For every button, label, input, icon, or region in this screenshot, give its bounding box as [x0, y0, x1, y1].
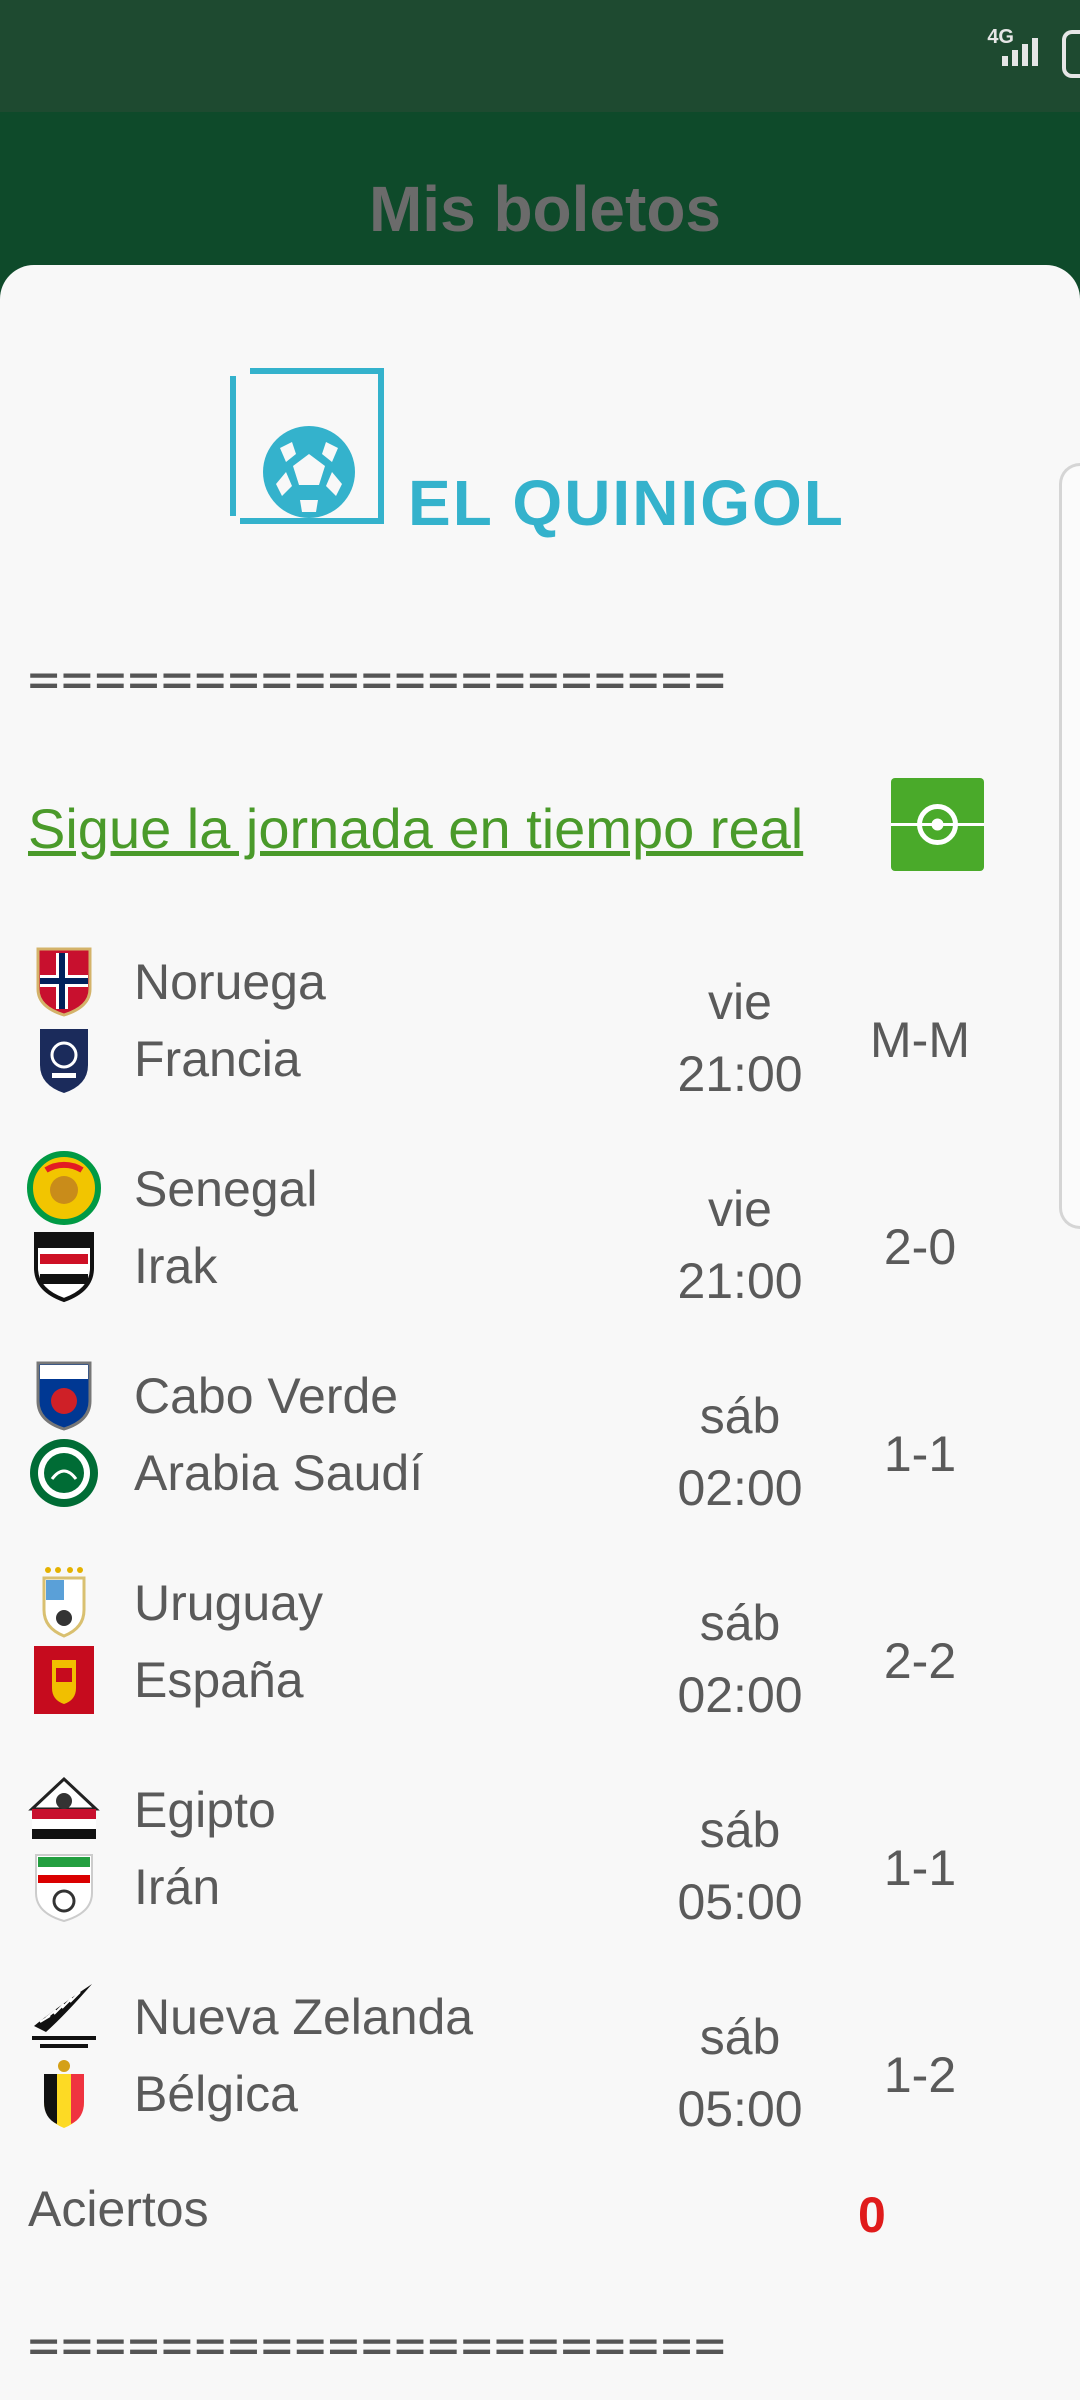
home-team: Egipto	[134, 1782, 276, 1838]
egypt-crest-icon	[28, 1776, 100, 1839]
match-prediction: 2-0	[883, 1219, 957, 1275]
match-row: Senegal Irak vie 21:00 2-0	[0, 1132, 1080, 1309]
home-team: Cabo Verde	[134, 1368, 399, 1424]
page-title: Mis boletos	[368, 173, 722, 245]
match-day: sáb	[699, 1388, 781, 1444]
belgium-crest-icon	[44, 2060, 84, 2128]
spain-crest-icon	[34, 1646, 94, 1714]
away-team: Arabia Saudí	[134, 1445, 424, 1501]
senegal-crest-icon	[27, 1151, 101, 1225]
away-team: España	[134, 1652, 304, 1708]
match-time: 05:00	[677, 2081, 803, 2137]
uruguay-crest-icon	[42, 1567, 86, 1638]
away-team: Francia	[134, 1031, 301, 1087]
match-day: sáb	[699, 1802, 781, 1858]
match-prediction: M-M	[870, 1012, 970, 1068]
home-team: Nueva Zelanda	[134, 1989, 474, 2045]
away-team: Irán	[134, 1859, 221, 1915]
match-time: 05:00	[677, 1874, 803, 1930]
match-day: vie	[708, 974, 772, 1030]
new-zealand-crest-icon	[32, 1984, 96, 2048]
match-row: Egipto Irán sáb 05:00 1-1	[0, 1753, 1080, 1930]
cabo-verde-crest-icon	[36, 1361, 92, 1431]
battery-icon	[1062, 30, 1080, 78]
match-time: 02:00	[677, 1667, 803, 1723]
match-row: Nueva Zelanda Bélgica sáb 05:00 1-2	[0, 1960, 1080, 2137]
iraq-crest-icon	[34, 1232, 94, 1303]
status-bar: 4G	[0, 0, 1080, 112]
signal-icon	[1002, 38, 1038, 66]
away-team: Bélgica	[134, 2066, 298, 2122]
brand-name: EL QUINIGOL	[408, 467, 845, 539]
away-team: Irak	[134, 1238, 218, 1294]
home-team: Uruguay	[134, 1575, 323, 1631]
match-row: Noruega Francia vie 21:00 M-M	[0, 925, 1080, 1102]
match-time: 21:00	[677, 1046, 803, 1102]
match-row: Uruguay España sáb 02:00 2-2	[0, 1546, 1080, 1723]
pitch-icon[interactable]	[891, 778, 984, 871]
separator-top: =====================	[28, 650, 728, 710]
match-day: sáb	[699, 2009, 781, 2065]
app-bar: Mis boletos	[0, 112, 1080, 282]
match-prediction: 1-2	[883, 2047, 957, 2103]
match-row: Cabo Verde Arabia Saudí sáb 02:00 1-1	[0, 1339, 1080, 1516]
aciertos-count: 0	[858, 2187, 886, 2243]
match-day: vie	[708, 1181, 772, 1237]
home-team: Noruega	[134, 954, 326, 1010]
match-day: sáb	[699, 1595, 781, 1651]
live-results-link[interactable]: Sigue la jornada en tiempo real	[28, 796, 803, 861]
match-prediction: 1-1	[883, 1426, 957, 1482]
match-prediction: 1-1	[883, 1840, 957, 1896]
side-panel-edge[interactable]	[1059, 463, 1080, 1229]
match-prediction: 2-2	[883, 1633, 957, 1689]
france-crest-icon	[40, 1029, 88, 1093]
match-time: 21:00	[677, 1253, 803, 1309]
match-time: 02:00	[677, 1460, 803, 1516]
norway-crest-icon	[36, 947, 92, 1017]
home-team: Senegal	[134, 1161, 318, 1217]
saudi-arabia-crest-icon	[30, 1439, 98, 1507]
aciertos-label: Aciertos	[28, 2181, 209, 2237]
separator-bottom: =====================	[28, 2316, 728, 2376]
iran-crest-icon	[35, 1854, 93, 1923]
